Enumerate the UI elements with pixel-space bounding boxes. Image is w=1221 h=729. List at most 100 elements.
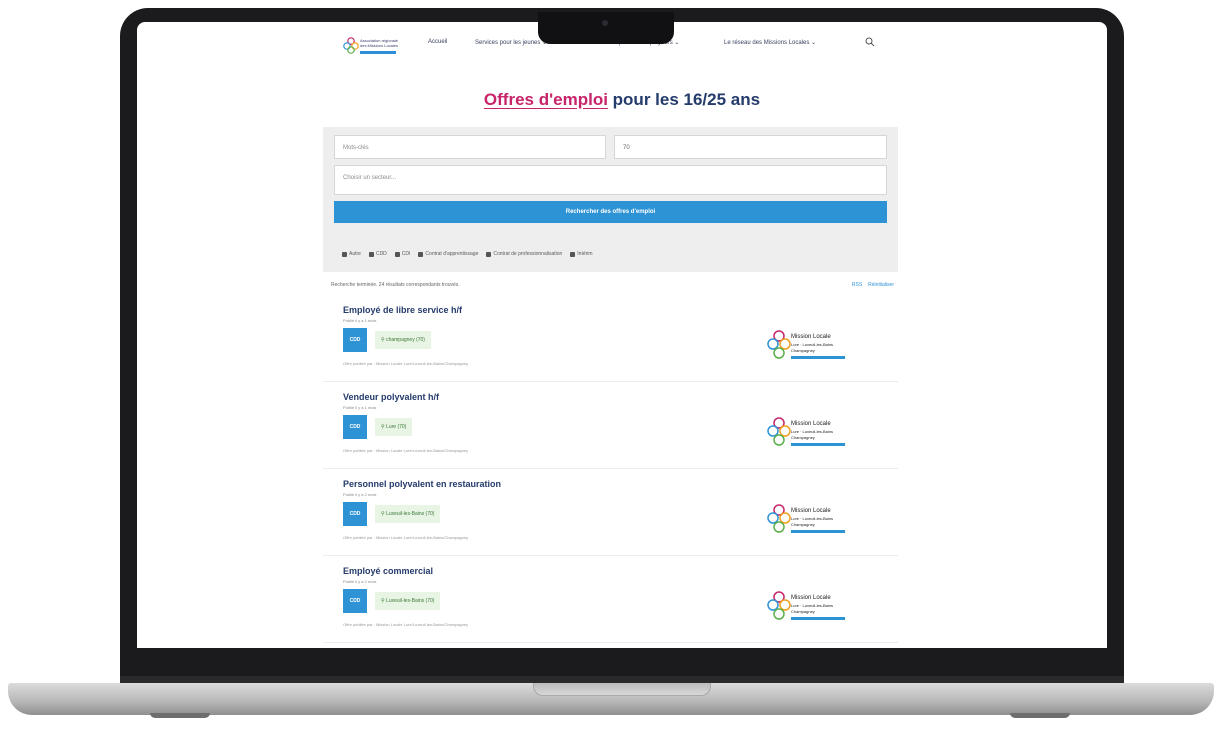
logo-text: des Missions Locales [360, 43, 399, 48]
laptop-screen: Association régionale des Missions Local… [137, 22, 1107, 648]
laptop-foot [1010, 713, 1070, 718]
nav-item-label: Services pour les jeunes [475, 40, 541, 46]
job-published-by: Offre publiée par : Mission Locale Lure/… [343, 622, 469, 627]
job-title[interactable]: Employé commercial [343, 566, 433, 576]
map-pin-icon: ⚲ [381, 337, 385, 343]
filter-professionnalisation[interactable]: Contrat de professionnalisation [486, 251, 562, 257]
checkbox-icon [486, 251, 492, 257]
logo-bar [360, 51, 396, 54]
keywords-input[interactable]: Mots-clés [334, 135, 606, 159]
org-logo-bar [791, 530, 845, 533]
map-pin-icon: ⚲ [381, 424, 385, 430]
org-flower-icon [767, 417, 791, 446]
map-pin-icon: ⚲ [381, 598, 385, 604]
location-label: Luxeuil-les-Bains (70) [386, 511, 435, 517]
org-name: Mission Locale [791, 595, 831, 601]
job-posted-date: Publié il y a 2 mois [343, 579, 377, 584]
job-title[interactable]: Personnel polyvalent en restauration [343, 479, 501, 489]
org-subline: Champagney [791, 522, 815, 527]
filter-cdd[interactable]: CDD [368, 251, 387, 257]
job-published-by: Offre publiée par : Mission Locale Lure/… [343, 361, 469, 366]
location-label: champagney (70) [386, 337, 425, 343]
nav-item-label: Le réseau des Missions Locales [724, 40, 810, 46]
org-logo-bar [791, 617, 845, 620]
filter-label: CDD [375, 251, 387, 257]
job-card[interactable]: Vendeur polyvalent h/f Publié il y a 1 m… [323, 384, 898, 469]
checkbox-icon [342, 251, 347, 257]
org-logo: Mission Locale Lure · Luxeuil-les-Bains … [767, 503, 847, 537]
org-subline: Lure · Luxeuil-les-Bains [791, 429, 834, 434]
org-subline: Lure · Luxeuil-les-Bains [791, 516, 834, 521]
chevron-down-icon: ⌄ [811, 40, 817, 46]
job-posted-date: Publié il y a 1 mois [343, 405, 377, 410]
org-logo: Mission Locale Lure · Luxeuil-les-Bains … [767, 329, 847, 363]
filter-cdi[interactable]: CDI [394, 251, 411, 257]
search-icon[interactable] [865, 37, 875, 47]
org-subline: Champagney [791, 609, 815, 614]
filter-label: CDI [401, 251, 411, 257]
contract-type-badge: CDD [343, 415, 367, 439]
results-summary: Recherche terminée. 24 résultats corresp… [331, 282, 460, 288]
nav-item-services-jeunes[interactable]: Services pour les jeunes ⌄ [475, 39, 547, 46]
nav-item-reseau[interactable]: Le réseau des Missions Locales ⌄ [724, 39, 816, 46]
job-title[interactable]: Employé de libre service h/f [343, 305, 462, 315]
org-subline: Lure · Luxeuil-les-Bains [791, 603, 834, 608]
laptop-opening-notch [533, 683, 711, 696]
reset-link[interactable]: Réinitialiser [868, 282, 894, 288]
org-subline: Champagney [791, 435, 815, 440]
filter-label: Intérim [577, 251, 593, 257]
location-label: Lure (70) [386, 424, 407, 430]
page-title-accent: Offres d'emploi [483, 90, 608, 109]
org-subline: Lure · Luxeuil-les-Bains [791, 342, 834, 347]
filter-label: Contrat d'apprentissage [425, 251, 479, 257]
laptop-foot [150, 713, 210, 718]
nav-item-accueil[interactable]: Accueil [428, 39, 447, 45]
job-card[interactable]: Employé de libre service h/f Publié il y… [323, 297, 898, 382]
contract-filters: Autre CDD CDI Contrat d'apprentissage Co… [342, 251, 593, 257]
job-published-by: Offre publiée par : Mission Locale Lure/… [343, 448, 469, 453]
org-logo-bar [791, 443, 845, 446]
org-logo: Mission Locale Lure · Luxeuil-les-Bains … [767, 590, 847, 624]
location-input[interactable]: 70 [614, 135, 887, 159]
org-name: Mission Locale [791, 508, 831, 514]
job-title[interactable]: Vendeur polyvalent h/f [343, 392, 439, 402]
page-title: Offres d'emploi pour les 16/25 ans [137, 90, 1107, 110]
location-badge: ⚲ Luxeuil-les-Bains (70) [375, 592, 441, 610]
filter-label: Autre [349, 251, 361, 257]
job-posted-date: Publié il y a 2 mois [343, 492, 377, 497]
map-pin-icon: ⚲ [381, 511, 385, 517]
org-flower-icon [767, 330, 791, 359]
results-bar: Recherche terminée. 24 résultats corresp… [323, 278, 898, 292]
org-flower-icon [767, 591, 791, 620]
contract-type-badge: CDD [343, 589, 367, 613]
org-name: Mission Locale [791, 421, 831, 427]
org-subline: Champagney [791, 348, 815, 353]
logo-flower-icon [343, 37, 359, 54]
job-card[interactable]: Employé commercial Publié il y a 2 mois … [323, 558, 898, 643]
checkbox-icon [570, 251, 576, 257]
filter-label: Contrat de professionnalisation [493, 251, 563, 257]
filter-apprentissage[interactable]: Contrat d'apprentissage [418, 251, 478, 257]
org-logo: Mission Locale Lure · Luxeuil-les-Bains … [767, 416, 847, 450]
org-flower-icon [767, 504, 791, 533]
org-name: Mission Locale [791, 334, 831, 340]
sector-select[interactable]: Choisir un secteur... [334, 165, 887, 195]
camera-notch [538, 12, 674, 44]
filter-interim[interactable]: Intérim [570, 251, 593, 257]
location-badge: ⚲ Lure (70) [375, 418, 413, 436]
job-card[interactable]: Personnel polyvalent en restauration Pub… [323, 471, 898, 556]
job-posted-date: Publié il y a 1 mois [343, 318, 377, 323]
search-submit-button[interactable]: Rechercher des offres d'emploi [334, 201, 887, 223]
search-panel: Mots-clés 70 Choisir un secteur... Reche… [323, 127, 898, 272]
chevron-down-icon: ⌄ [674, 40, 680, 46]
checkbox-icon [418, 251, 424, 257]
contract-type-badge: CDD [343, 328, 367, 352]
results-actions: RSS Réinitialiser [852, 282, 894, 288]
checkbox-icon [394, 251, 400, 257]
location-badge: ⚲ champagney (70) [375, 331, 431, 349]
org-logo-bar [791, 356, 845, 359]
filter-autre[interactable]: Autre [342, 251, 361, 257]
site-logo[interactable]: Association régionale des Missions Local… [342, 32, 402, 58]
rss-link[interactable]: RSS [852, 282, 862, 288]
location-badge: ⚲ Luxeuil-les-Bains (70) [375, 505, 441, 523]
